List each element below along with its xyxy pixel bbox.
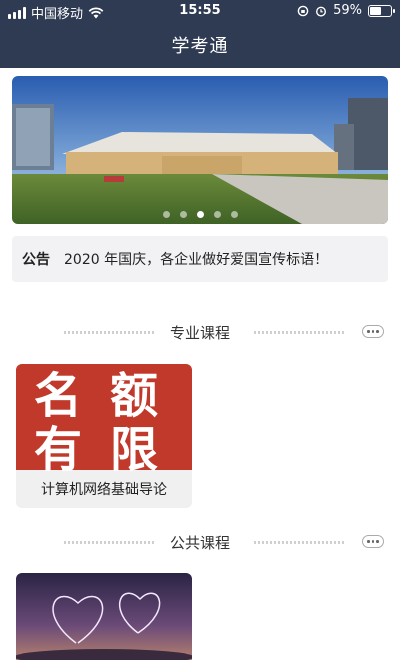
- banner-carousel[interactable]: [12, 76, 388, 224]
- battery-icon: [368, 4, 395, 17]
- divider: [254, 331, 344, 334]
- carousel-dot[interactable]: [179, 211, 187, 218]
- status-bar: 中国移动 15:55 59%: [0, 0, 400, 24]
- carousel-dot[interactable]: [230, 211, 238, 218]
- carousel-dot[interactable]: [213, 211, 221, 218]
- cover-char: 限: [110, 422, 159, 478]
- course-card[interactable]: 名 额 有 限 计算机网络基础导论: [16, 364, 192, 508]
- course-card[interactable]: [16, 573, 192, 660]
- banner-image: [12, 76, 388, 224]
- notice-tag: 公告: [22, 252, 50, 268]
- section-header-public: 公共课程: [0, 530, 400, 554]
- more-icon[interactable]: [362, 535, 384, 548]
- rotation-lock-icon: [297, 5, 309, 16]
- carousel-indicators[interactable]: [12, 211, 388, 218]
- more-icon[interactable]: [362, 325, 384, 338]
- cover-char: 额: [110, 368, 159, 424]
- notice-text: 2020 年国庆，各企业做好爱国宣传标语！: [64, 252, 329, 268]
- course-cover: [16, 573, 192, 660]
- cover-char: 名: [34, 368, 83, 424]
- app-header: 中国移动 15:55 59% 学考通: [0, 0, 400, 68]
- section-header-professional: 专业课程: [0, 320, 400, 344]
- carousel-dot[interactable]: [196, 211, 204, 218]
- course-cover: 名 额 有 限: [16, 364, 192, 474]
- cover-char: 有: [34, 422, 83, 478]
- page-title: 学考通: [171, 36, 229, 57]
- alarm-icon: [316, 6, 327, 17]
- battery-percent: 59%: [333, 3, 362, 18]
- notice-bar[interactable]: 公告 2020 年国庆，各企业做好爱国宣传标语！: [12, 236, 388, 282]
- divider: [254, 541, 344, 544]
- carousel-dot[interactable]: [162, 211, 170, 218]
